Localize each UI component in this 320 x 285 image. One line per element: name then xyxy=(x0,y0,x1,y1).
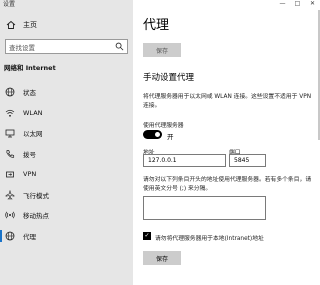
window-title: 设置 xyxy=(3,1,16,8)
local-address-label: 请勿将代理服务器用于本地(Intranet)地址 xyxy=(155,236,264,242)
sidebar-item-label: WLAN xyxy=(23,109,43,117)
page-title: 代理 xyxy=(143,18,170,33)
sidebar-item-mobile-hotspot[interactable]: 移动热点 xyxy=(0,206,133,224)
minimize-button[interactable]: — xyxy=(275,0,290,9)
sidebar-item-status[interactable]: 状态 xyxy=(0,83,133,101)
manual-proxy-description: 将代理服务器用于以太网或 WLAN 连接。这些设置不适用于 VPN 连接。 xyxy=(143,94,312,109)
main-panel: — □ ✕ 代理 保存 手动设置代理 将代理服务器用于以太网或 WLAN 连接。… xyxy=(133,0,320,285)
sidebar-item-label: 飞行模式 xyxy=(23,192,49,200)
sidebar-item-vpn[interactable]: VPN xyxy=(0,165,133,183)
home-icon xyxy=(6,20,16,29)
address-field[interactable]: 127.0.0.1 xyxy=(143,154,226,167)
ethernet-icon xyxy=(5,129,15,138)
globe-icon xyxy=(5,87,15,97)
sidebar-item-wlan[interactable]: WLAN xyxy=(0,104,133,122)
close-button[interactable]: ✕ xyxy=(305,0,320,9)
sidebar-item-label: 代理 xyxy=(23,233,36,241)
sidebar-item-label: VPN xyxy=(23,170,37,178)
sidebar-item-proxy[interactable]: 代理 xyxy=(0,227,133,245)
sidebar-item-airplane-mode[interactable]: 飞行模式 xyxy=(0,186,133,204)
use-proxy-label: 使用代理服务器 xyxy=(143,123,184,129)
wifi-icon xyxy=(5,109,15,117)
search-icon xyxy=(115,42,124,51)
maximize-button[interactable]: □ xyxy=(290,0,305,9)
dialup-icon xyxy=(6,150,15,158)
sidebar-item-label: 拨号 xyxy=(23,151,36,159)
sidebar: 设置 主页 查找设置 网络和 Internet 状态 WLAN 以太网 拨号 V… xyxy=(0,0,133,285)
hotspot-icon xyxy=(5,211,15,219)
vpn-icon xyxy=(6,171,14,178)
sidebar-item-label: 移动热点 xyxy=(23,212,49,220)
exceptions-description: 请勿对以下列条目开头的地址使用代理服务器。若有多个条目，请使用英文分号 (;) … xyxy=(143,177,312,192)
sidebar-item-label: 主页 xyxy=(23,21,37,29)
local-address-checkbox[interactable]: ✓ xyxy=(143,232,151,240)
port-field[interactable]: 5845 xyxy=(229,154,266,167)
window-controls: — □ ✕ xyxy=(275,0,320,9)
sidebar-item-home[interactable]: 主页 xyxy=(0,16,133,34)
sidebar-item-ethernet[interactable]: 以太网 xyxy=(0,124,133,142)
sidebar-item-dialup[interactable]: 拨号 xyxy=(0,145,133,163)
toggle-knob xyxy=(155,132,160,137)
exceptions-field[interactable] xyxy=(143,196,266,220)
section-title: 网络和 Internet xyxy=(4,64,56,72)
save-button-top[interactable]: 保存 xyxy=(143,43,181,57)
use-proxy-toggle[interactable] xyxy=(143,130,162,139)
airplane-icon xyxy=(5,190,15,200)
save-button-bottom[interactable]: 保存 xyxy=(143,251,181,265)
search-placeholder: 查找设置 xyxy=(9,43,35,52)
search-input[interactable]: 查找设置 xyxy=(5,39,128,54)
proxy-globe-icon xyxy=(5,231,15,241)
toggle-state-label: 开 xyxy=(167,133,174,141)
sidebar-item-label: 以太网 xyxy=(23,130,43,138)
manual-proxy-heading: 手动设置代理 xyxy=(143,73,195,83)
sidebar-item-label: 状态 xyxy=(23,89,36,97)
